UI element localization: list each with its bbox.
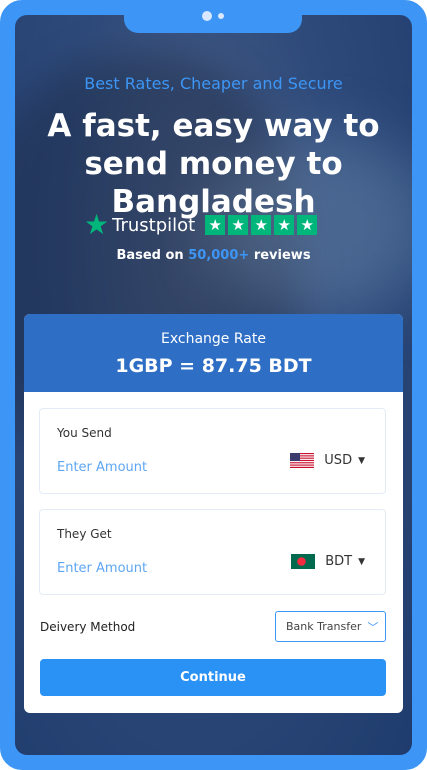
reviews-suffix: reviews <box>253 248 311 263</box>
trustpilot-rating: ★ Trustpilot ★ ★ ★ ★ ★ <box>84 208 318 241</box>
camera-dot <box>202 11 212 21</box>
chevron-down-icon: ﹀ <box>367 620 379 634</box>
exchange-rate-header: Exchange Rate 1GBP = 87.75 BDT <box>24 314 403 392</box>
send-currency-select[interactable]: USD ▼ <box>290 453 365 468</box>
rating-stars: ★ ★ ★ ★ ★ <box>205 215 318 235</box>
get-currency-code: BDT <box>325 554 353 569</box>
bangladesh-flag-icon <box>291 554 316 569</box>
hero-headline: A fast, easy way to send money to Bangla… <box>47 108 380 220</box>
get-amount-input[interactable] <box>57 558 247 578</box>
send-currency-code: USD <box>324 453 353 468</box>
trustpilot-name: Trustpilot <box>112 214 196 236</box>
sensor-dot <box>218 13 224 19</box>
star-icon: ★ <box>297 215 318 235</box>
star-icon: ★ <box>228 215 249 235</box>
delivery-method-label: Deivery Method <box>40 620 136 634</box>
trustpilot-star-icon: ★ <box>84 208 110 241</box>
delivery-method-value: Bank Transfer <box>286 620 362 633</box>
star-icon: ★ <box>274 215 295 235</box>
delivery-method-select[interactable]: Bank Transfer ﹀ <box>275 611 386 642</box>
phone-notch <box>124 15 302 33</box>
you-send-label: You Send <box>57 426 112 440</box>
exchange-rate-label: Exchange Rate <box>161 331 266 347</box>
reviews-prefix: Based on <box>116 248 184 263</box>
caret-down-icon: ▼ <box>358 455 365 466</box>
they-get-field: They Get BDT ▼ <box>39 509 386 595</box>
star-icon: ★ <box>251 215 272 235</box>
they-get-label: They Get <box>57 527 112 541</box>
transfer-card: Exchange Rate 1GBP = 87.75 BDT You Send … <box>24 314 403 713</box>
continue-button[interactable]: Continue <box>40 659 386 696</box>
send-amount-input[interactable] <box>57 457 247 477</box>
hero-section: Best Rates, Cheaper and Secure A fast, e… <box>15 70 412 221</box>
exchange-rate-value: 1GBP = 87.75 BDT <box>115 355 312 377</box>
you-send-field: You Send USD ▼ <box>39 408 386 494</box>
caret-down-icon: ▼ <box>358 556 365 567</box>
reviews-summary: Based on 50,000+ reviews <box>15 248 412 263</box>
star-icon: ★ <box>205 215 226 235</box>
get-currency-select[interactable]: BDT ▼ <box>291 554 365 569</box>
hero-tagline: Best Rates, Cheaper and Secure <box>84 74 343 93</box>
reviews-count: 50,000+ <box>188 248 250 263</box>
us-flag-icon <box>290 453 315 468</box>
